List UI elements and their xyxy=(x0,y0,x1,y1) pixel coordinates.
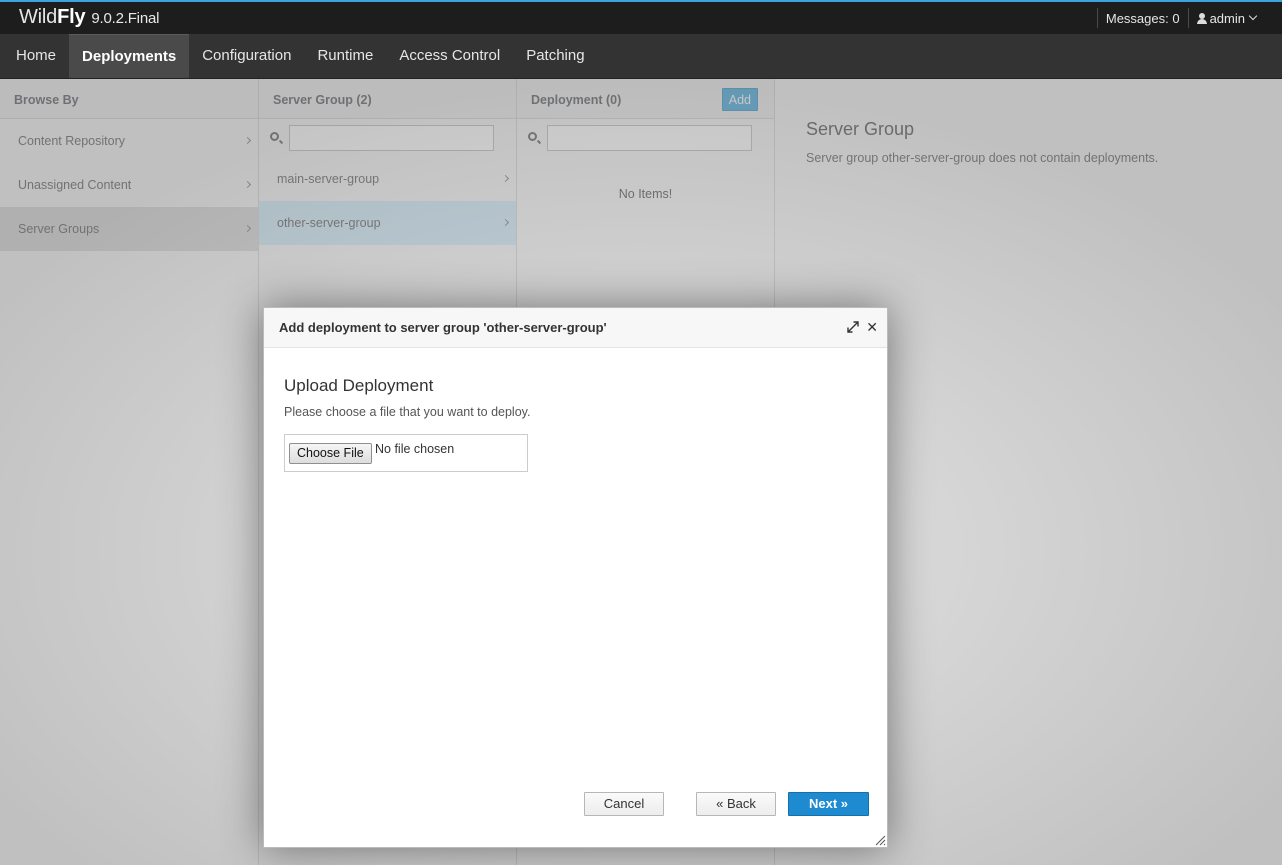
dialog-title: Add deployment to server group 'other-se… xyxy=(279,320,607,335)
resize-handle-icon[interactable] xyxy=(874,834,886,846)
brand-wild: Wild xyxy=(19,6,58,28)
dialog-header: Add deployment to server group 'other-se… xyxy=(264,308,887,348)
main-nav: Home Deployments Configuration Runtime A… xyxy=(0,34,1282,79)
nav-configuration[interactable]: Configuration xyxy=(189,34,304,78)
messages-link[interactable]: Messages: 0 xyxy=(1106,11,1180,26)
nav-runtime[interactable]: Runtime xyxy=(304,34,386,78)
brand-logo[interactable]: WildFly 9.0.2.Final xyxy=(19,6,159,29)
next-button[interactable]: Next » xyxy=(788,792,869,816)
nav-home[interactable]: Home xyxy=(0,34,69,78)
chevron-down-icon xyxy=(1248,11,1258,21)
file-status: No file chosen xyxy=(375,442,455,456)
dialog-body: Upload Deployment Please choose a file t… xyxy=(264,348,887,500)
brand-version: 9.0.2.Final xyxy=(91,10,160,27)
dialog-hint: Please choose a file that you want to de… xyxy=(284,405,531,419)
divider xyxy=(1187,8,1189,28)
nav-deployments[interactable]: Deployments xyxy=(69,34,190,78)
add-deployment-dialog: Add deployment to server group 'other-se… xyxy=(263,307,888,848)
file-input[interactable]: Choose File No file chosen xyxy=(284,434,528,472)
cancel-button[interactable]: Cancel xyxy=(584,792,664,816)
dialog-footer: Cancel « Back Next » xyxy=(264,792,887,822)
choose-file-button[interactable]: Choose File xyxy=(289,443,372,464)
user-name: admin xyxy=(1209,10,1245,26)
dialog-heading: Upload Deployment xyxy=(284,376,434,395)
top-right-bar: Messages: 0 admin xyxy=(1089,8,1258,28)
nav-access-control[interactable]: Access Control xyxy=(386,34,513,78)
nav-patching[interactable]: Patching xyxy=(513,34,597,78)
top-header: WildFly 9.0.2.Final Messages: 0 admin xyxy=(0,0,1282,34)
user-menu[interactable]: admin xyxy=(1196,10,1258,26)
user-icon xyxy=(1196,12,1207,24)
back-button[interactable]: « Back xyxy=(696,792,776,816)
brand-fly: Fly xyxy=(57,6,86,28)
expand-icon[interactable] xyxy=(847,321,859,333)
divider xyxy=(1096,8,1098,28)
close-icon[interactable]: ✕ xyxy=(866,320,878,334)
